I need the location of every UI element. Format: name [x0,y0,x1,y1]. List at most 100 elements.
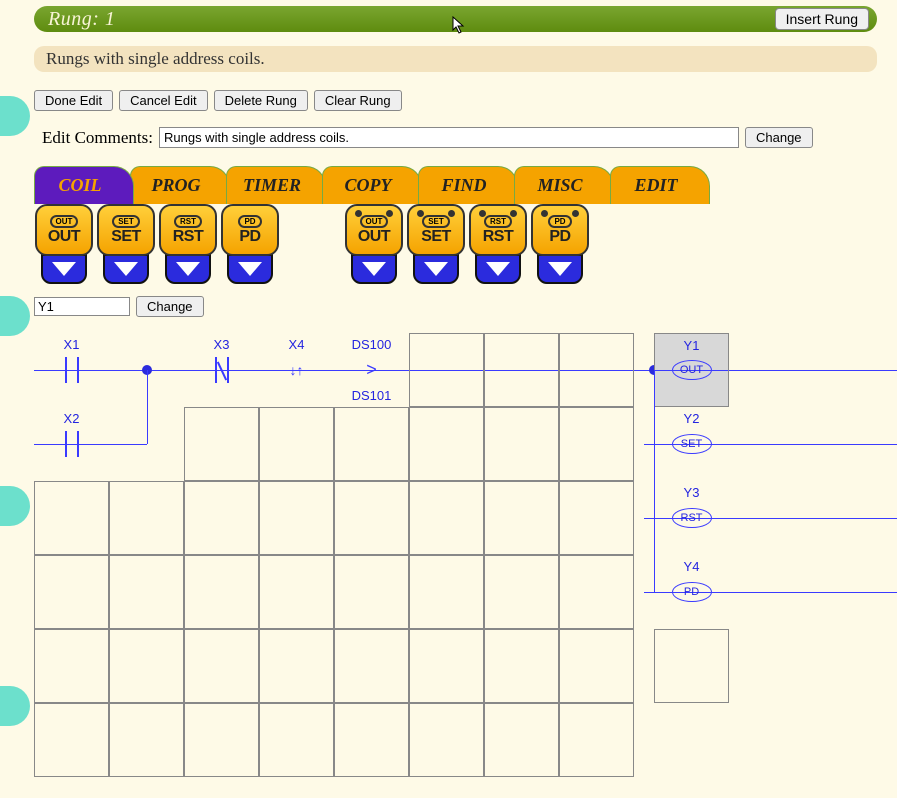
insert-rung-button[interactable]: Insert Rung [775,8,869,30]
tab-timer[interactable]: TIMER [226,166,326,204]
ladder-cell[interactable] [184,629,259,703]
nav-bump-1[interactable] [0,96,30,136]
ladder-cell[interactable] [334,407,409,481]
tab-misc[interactable]: MISC [514,166,614,204]
tab-prog[interactable]: PROG [130,166,230,204]
tool-rst[interactable]: RSTRST [158,204,218,284]
dropdown-icon[interactable] [537,254,583,284]
ladder-cell[interactable]: DS100 DS101 > [334,333,409,407]
dropdown-icon[interactable] [227,254,273,284]
tab-copy[interactable]: COPY [322,166,422,204]
tab-edit[interactable]: EDIT [610,166,710,204]
ladder-cell[interactable] [109,407,184,481]
ladder-cell[interactable]: X4 ↓↑ [259,333,334,407]
ladder-cell[interactable]: X2 [34,407,109,481]
ladder-cell[interactable] [334,703,409,777]
ladder-cell[interactable] [34,629,109,703]
ladder-cell[interactable] [184,407,259,481]
ladder-cell[interactable] [559,333,634,407]
ladder-cell[interactable] [34,481,109,555]
ladder-cell[interactable] [109,703,184,777]
ladder-cell[interactable]: X3 [184,333,259,407]
ladder-cell[interactable]: Y4 PD [654,555,729,629]
clear-rung-button[interactable]: Clear Rung [314,90,402,111]
pd-coil-icon: PD [672,582,712,602]
ladder-cell[interactable] [559,407,634,481]
ladder-cell-selected[interactable]: Y1 OUT [654,333,729,407]
ladder-cell[interactable] [334,481,409,555]
ladder-cell[interactable] [559,555,634,629]
ladder-cell[interactable] [634,481,654,555]
ladder-cell[interactable] [259,703,334,777]
ladder-cell[interactable]: Y3 RST [654,481,729,555]
dropdown-icon[interactable] [41,254,87,284]
ladder-cell[interactable] [559,629,634,703]
nav-bump-3[interactable] [0,486,30,526]
ladder-cell[interactable] [634,407,654,481]
ladder-diagram[interactable]: X1 X3 X4 ↓↑ DS100 DS101 [34,333,877,777]
coil-toolbar: OUTOUT SETSET RSTRST PDPD OUTOUT [34,204,877,290]
ladder-cell[interactable] [634,333,654,407]
ladder-cell[interactable] [259,555,334,629]
change-comment-button[interactable]: Change [745,127,813,148]
ladder-cell[interactable] [409,407,484,481]
delete-rung-button[interactable]: Delete Rung [214,90,308,111]
cancel-edit-button[interactable]: Cancel Edit [119,90,207,111]
dropdown-icon[interactable] [413,254,459,284]
ladder-cell[interactable] [184,703,259,777]
ladder-cell[interactable] [484,481,559,555]
tool-out-alt[interactable]: OUTOUT [344,204,404,284]
dropdown-icon[interactable] [165,254,211,284]
ladder-cell[interactable] [559,703,634,777]
nav-bump-4[interactable] [0,686,30,726]
edit-comments-input[interactable] [159,127,739,148]
ladder-cell[interactable] [34,703,109,777]
ladder-cell[interactable] [484,555,559,629]
ladder-cell[interactable] [334,555,409,629]
change-address-button[interactable]: Change [136,296,204,317]
rst-coil-icon: RST [672,508,712,528]
tool-set[interactable]: SETSET [96,204,156,284]
ladder-cell[interactable] [484,629,559,703]
nav-bump-2[interactable] [0,296,30,336]
ladder-cell[interactable] [259,629,334,703]
ladder-cell[interactable]: X1 [34,333,109,407]
ladder-cell[interactable] [109,629,184,703]
ladder-cell[interactable] [259,481,334,555]
ladder-cell[interactable] [109,481,184,555]
tab-coil[interactable]: COIL [34,166,134,204]
done-edit-button[interactable]: Done Edit [34,90,113,111]
ladder-cell[interactable] [654,629,729,703]
ladder-cell[interactable] [334,629,409,703]
no-contact-icon [62,357,82,383]
ladder-cell[interactable] [559,481,634,555]
coil-label: Y3 [654,485,729,500]
dropdown-icon[interactable] [351,254,397,284]
ladder-cell[interactable] [409,481,484,555]
address-input[interactable] [34,297,130,316]
tool-rst-alt[interactable]: RSTRST [468,204,528,284]
ladder-cell[interactable] [184,555,259,629]
ladder-cell[interactable] [109,555,184,629]
ladder-cell[interactable] [634,555,654,629]
ladder-cell[interactable] [409,333,484,407]
ladder-cell[interactable] [409,629,484,703]
ladder-cell[interactable] [34,555,109,629]
ladder-cell[interactable] [409,703,484,777]
tab-find[interactable]: FIND [418,166,518,204]
tool-out[interactable]: OUTOUT [34,204,94,284]
ladder-cell[interactable] [484,703,559,777]
ladder-cell[interactable] [484,333,559,407]
coil-label: Y1 [655,338,728,353]
set-coil-icon: SET [672,434,712,454]
tool-pd[interactable]: PDPD [220,204,280,284]
ladder-cell[interactable] [259,407,334,481]
tool-pd-alt[interactable]: PDPD [530,204,590,284]
ladder-cell[interactable] [484,407,559,481]
ladder-cell[interactable] [184,481,259,555]
dropdown-icon[interactable] [475,254,521,284]
tool-set-alt[interactable]: SETSET [406,204,466,284]
dropdown-icon[interactable] [103,254,149,284]
ladder-cell[interactable]: Y2 SET [654,407,729,481]
ladder-cell[interactable] [409,555,484,629]
